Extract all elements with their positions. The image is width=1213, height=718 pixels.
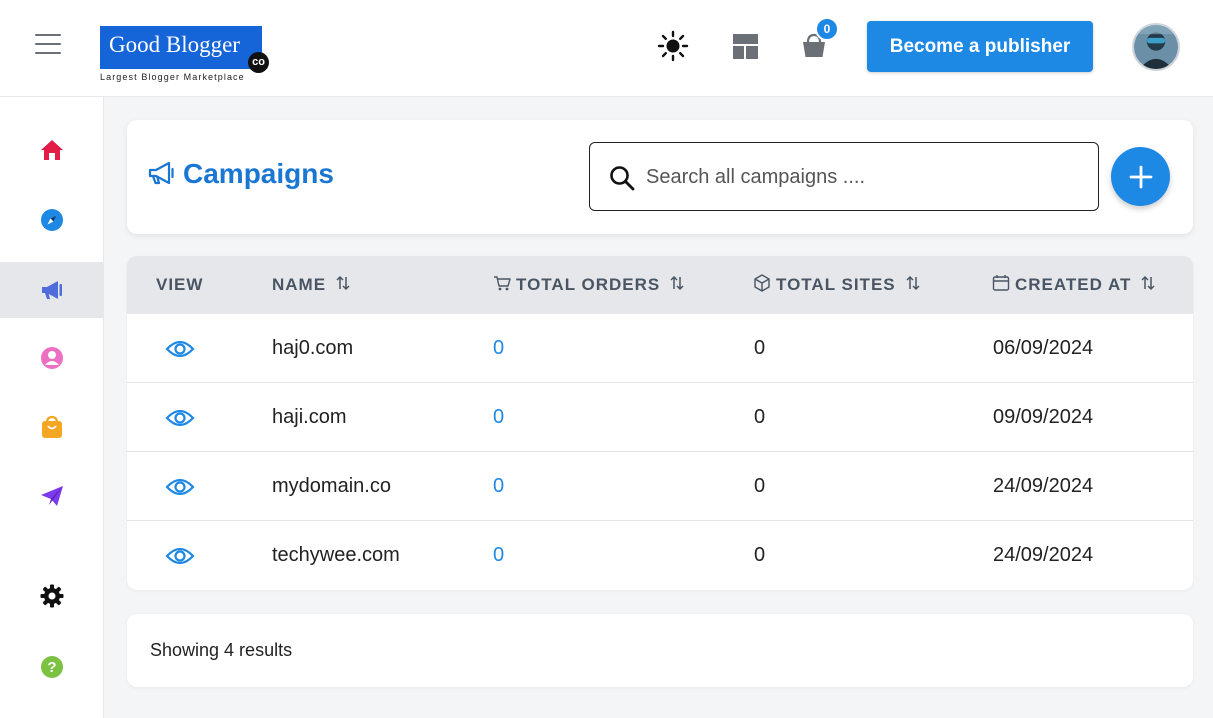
avatar[interactable] [1132,23,1180,71]
logo-box: Good Blogger [100,26,262,69]
gear-icon [40,584,63,608]
page-title-group: Campaigns [147,158,334,190]
total-orders[interactable]: 0 [493,314,504,383]
eye-icon[interactable] [165,521,195,590]
sidebar-item-explore[interactable] [0,192,103,248]
logo-tagline: Largest Blogger Marketplace [100,72,245,82]
total-sites: 0 [754,337,766,359]
shopping-bag-icon [41,415,62,438]
sort-icon[interactable] [1141,275,1155,296]
menu-icon[interactable] [35,34,61,56]
total-sites: 0 [754,406,766,428]
campaign-name: haji.com [272,406,347,428]
sidebar-item-orders[interactable] [0,399,103,455]
total-orders[interactable]: 0 [493,452,504,521]
campaigns-table: VIEW NAME TOTAL ORDERS TOTAL SITES CREAT… [127,256,1193,590]
column-name[interactable]: NAME [272,256,350,314]
sort-icon[interactable] [670,275,684,296]
results-count: Showing 4 results [150,640,293,660]
campaign-name: haj0.com [272,337,354,359]
total-orders[interactable]: 0 [493,383,504,452]
search-box[interactable] [589,142,1099,211]
brand-logo[interactable]: Good Blogger CO Largest Blogger Marketpl… [100,26,272,86]
eye-icon[interactable] [165,314,195,383]
calendar-icon [992,274,1010,297]
logo-suffix: CO [248,52,269,73]
table-header: VIEW NAME TOTAL ORDERS TOTAL SITES CREAT… [127,256,1193,314]
table-row: haji.com 0 0 09/09/2024 [127,383,1193,452]
results-footer: Showing 4 results [127,614,1193,687]
search-input[interactable] [646,157,1076,197]
cart-count-badge: 0 [815,17,839,41]
svg-text:?: ? [47,659,56,676]
logo-text: Good Blogger [109,32,240,57]
created-at: 06/09/2024 [993,337,1094,359]
created-at: 24/09/2024 [993,544,1094,566]
layout-icon[interactable] [733,34,758,59]
sidebar-item-help[interactable]: ? [0,639,103,695]
megaphone-icon [148,161,174,185]
sidebar-item-profile[interactable] [0,330,103,386]
page-title: Campaigns [183,158,334,189]
eye-icon[interactable] [165,383,195,452]
top-bar: Good Blogger CO Largest Blogger Marketpl… [0,0,1213,97]
cart-icon [493,275,511,296]
sidebar-item-home[interactable] [0,122,103,178]
column-total-sites[interactable]: TOTAL SITES [753,256,920,314]
total-sites: 0 [754,544,766,566]
search-icon [610,166,635,191]
column-created-at[interactable]: CREATED AT [992,256,1155,314]
column-total-orders[interactable]: TOTAL ORDERS [493,256,684,314]
sidebar-item-settings[interactable] [0,568,103,624]
eye-icon[interactable] [165,452,195,521]
home-icon [40,140,63,160]
plus-icon [1129,165,1152,188]
sort-icon[interactable] [336,275,350,296]
add-campaign-button[interactable] [1111,147,1170,206]
campaigns-header-card: Campaigns [127,120,1193,234]
cube-icon [753,273,771,297]
total-sites: 0 [754,475,766,497]
user-icon [40,347,63,369]
sun-icon[interactable] [657,30,689,62]
table-row: haj0.com 0 0 06/09/2024 [127,314,1193,383]
table-row: techywee.com 0 0 24/09/2024 [127,521,1193,590]
sidebar: ? [0,97,104,718]
table-row: mydomain.co 0 0 24/09/2024 [127,452,1193,521]
campaign-name: techywee.com [272,544,400,566]
created-at: 24/09/2024 [993,475,1094,497]
compass-icon [40,209,63,231]
sidebar-item-campaigns[interactable] [0,262,103,318]
column-view: VIEW [156,275,204,294]
sort-icon[interactable] [906,275,920,296]
campaign-name: mydomain.co [272,475,391,497]
megaphone-icon [41,281,62,299]
paper-plane-icon [40,486,63,506]
total-orders[interactable]: 0 [493,521,504,590]
become-publisher-button[interactable]: Become a publisher [867,21,1093,72]
sidebar-item-messages[interactable] [0,468,103,524]
help-icon: ? [40,656,63,678]
created-at: 09/09/2024 [993,406,1094,428]
